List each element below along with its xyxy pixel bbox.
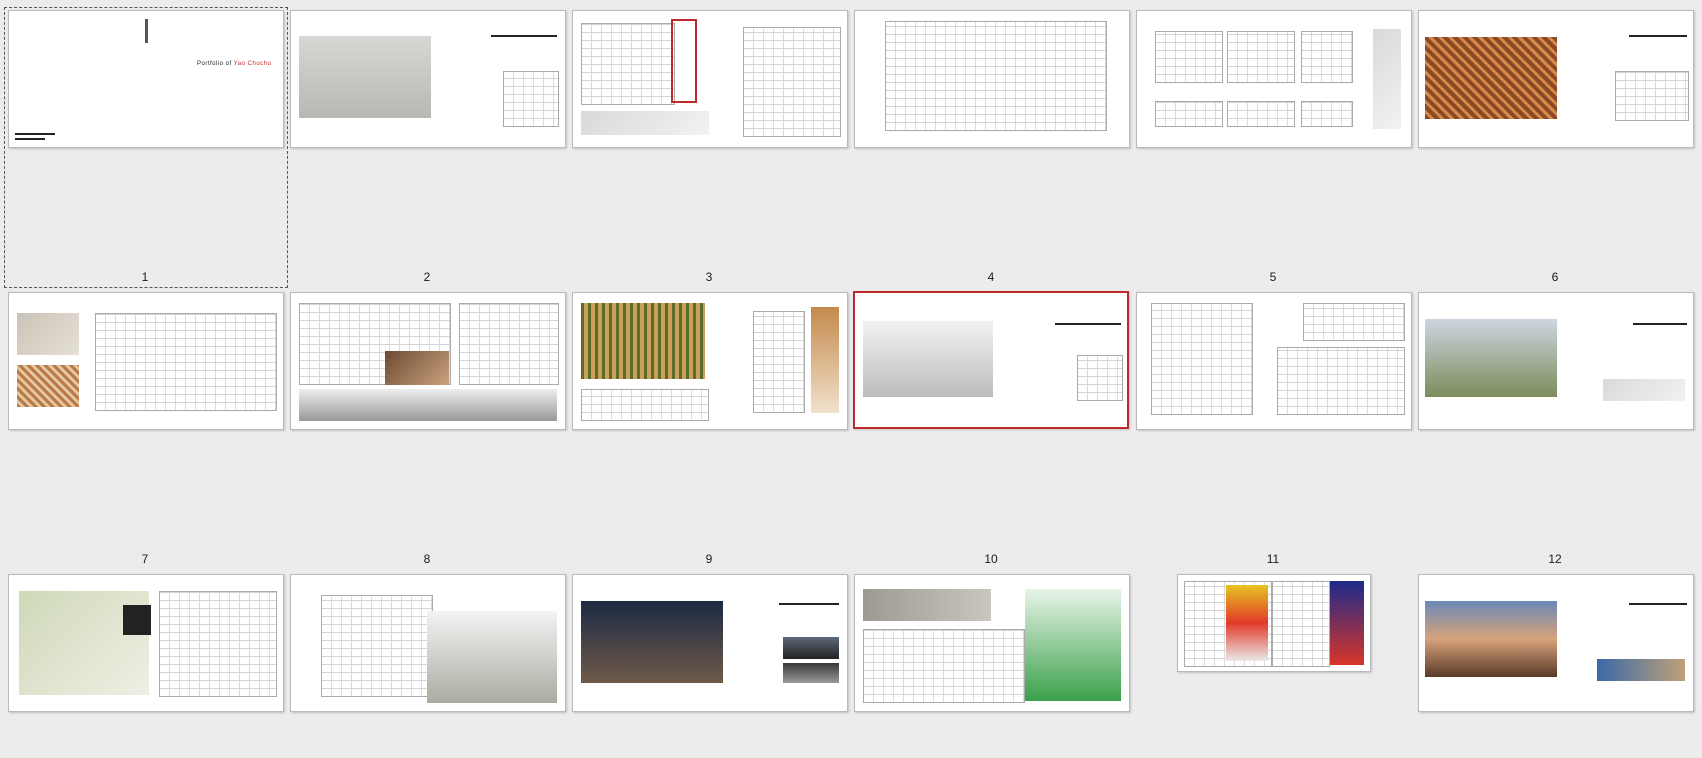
slide-plan: [1301, 31, 1353, 83]
slide-image: [1425, 319, 1557, 397]
slide-image: [581, 601, 723, 683]
slide-section-strip: [299, 389, 557, 421]
slide-number: 3: [705, 270, 713, 284]
slide-image: [581, 303, 705, 379]
slide-thumbnail-8[interactable]: [290, 292, 566, 430]
slide-thumbnail-11[interactable]: [1136, 292, 1412, 430]
slide-heading: [1633, 323, 1687, 325]
slide-elevation: [1301, 101, 1353, 127]
slide-number: 10: [984, 552, 998, 566]
cover-title-name: Yao Chuchu: [233, 61, 272, 67]
slide-heading: [1629, 35, 1687, 37]
slide-image: [299, 36, 431, 118]
slide-photo: [385, 351, 449, 385]
slide-image: [1425, 601, 1557, 677]
slide-thumbnail-9[interactable]: [572, 292, 848, 430]
slide-thumbnail-18[interactable]: [1418, 574, 1694, 712]
slide-drawing: [1615, 71, 1689, 121]
slide-exploded-axonometric: [321, 595, 433, 697]
slide-number: 5: [1269, 270, 1277, 284]
slide-legend: [123, 605, 151, 635]
slide-map: [863, 589, 991, 621]
slide-thumbnail-1[interactable]: Portfolio of Yao Chuchu: [8, 10, 284, 148]
slide-elevation: [1227, 101, 1295, 127]
slide-number: 7: [141, 552, 149, 566]
slide-plan: [1155, 31, 1223, 83]
slide-plan: [1151, 303, 1253, 415]
cover-footer-line: [15, 138, 45, 140]
slide-photo: [783, 663, 839, 683]
slide-thumbnail-6[interactable]: [1418, 10, 1694, 148]
slide-image: [17, 365, 79, 407]
slide-number: 11: [1266, 552, 1280, 566]
slide-plan: [743, 27, 841, 137]
slide-number: 2: [423, 270, 431, 284]
slide-layer-diagram: [753, 311, 805, 413]
slide-thumbnail-14[interactable]: [290, 574, 566, 712]
cover-vertical-mark: [145, 19, 148, 43]
slide-photo: [783, 637, 839, 659]
slide-thumbnail-3[interactable]: [572, 10, 848, 148]
slide-elevation: [1155, 101, 1223, 127]
slide-drawing: [581, 23, 675, 105]
slide-plan: [1227, 31, 1295, 83]
slide-heading: [1629, 603, 1687, 605]
slide-thumbnail-12[interactable]: [1418, 292, 1694, 430]
slide-image: [17, 313, 79, 355]
slide-color-diagrams: [1226, 585, 1268, 661]
slide-number: 6: [1551, 270, 1559, 284]
slide-diagrams: [159, 591, 277, 697]
slide-thumbnail-7[interactable]: [8, 292, 284, 430]
slide-image: [1425, 37, 1557, 119]
slide-plan: [459, 303, 559, 385]
slide-thumbnail-16[interactable]: [854, 574, 1130, 712]
slide-number: 4: [987, 270, 995, 284]
slide-elevation: [1277, 347, 1405, 415]
slide-photo-strip: [581, 111, 709, 135]
slide-model-photos: [1373, 29, 1401, 129]
cover-title: Portfolio of Yao Chuchu: [197, 61, 271, 67]
slide-section-render: [427, 611, 557, 703]
slide-thumbnail-10[interactable]: [853, 291, 1129, 429]
cover-title-prefix: Portfolio of: [197, 61, 232, 67]
slide-thumbnail-17[interactable]: [1177, 574, 1371, 672]
slide-axonometric: [671, 19, 697, 103]
slide-charts: [1025, 589, 1121, 701]
cover-footer-line: [15, 133, 55, 135]
slide-photo: [1597, 659, 1685, 681]
slide-site-plan: [1077, 355, 1123, 401]
slide-thumbnail-5[interactable]: [1136, 10, 1412, 148]
slide-images-column: [811, 307, 839, 413]
slide-number: 12: [1548, 552, 1562, 566]
slide-number: 9: [705, 552, 713, 566]
slide-drawing: [503, 71, 559, 127]
slide-diagram-grid: [95, 313, 277, 411]
slide-thumbnail-2[interactable]: [290, 10, 566, 148]
slide-plan: [1272, 581, 1330, 667]
slide-heading: [1055, 323, 1121, 325]
slide-section: [885, 21, 1107, 131]
slide-number: 1: [141, 270, 149, 284]
slide-photo-strip: [1603, 379, 1685, 401]
slide-strip: [1330, 581, 1364, 665]
slide-table: [581, 389, 709, 421]
slide-thumbnail-13[interactable]: [8, 574, 284, 712]
slide-heading: [779, 603, 839, 605]
slide-number: 8: [423, 552, 431, 566]
slide-diagrams: [863, 629, 1025, 703]
slide-diagrams: [1303, 303, 1405, 341]
slide-image: [863, 321, 993, 397]
slide-thumbnail-15[interactable]: [572, 574, 848, 712]
slide-thumbnail-4[interactable]: [854, 10, 1130, 148]
slide-heading: [491, 35, 557, 37]
